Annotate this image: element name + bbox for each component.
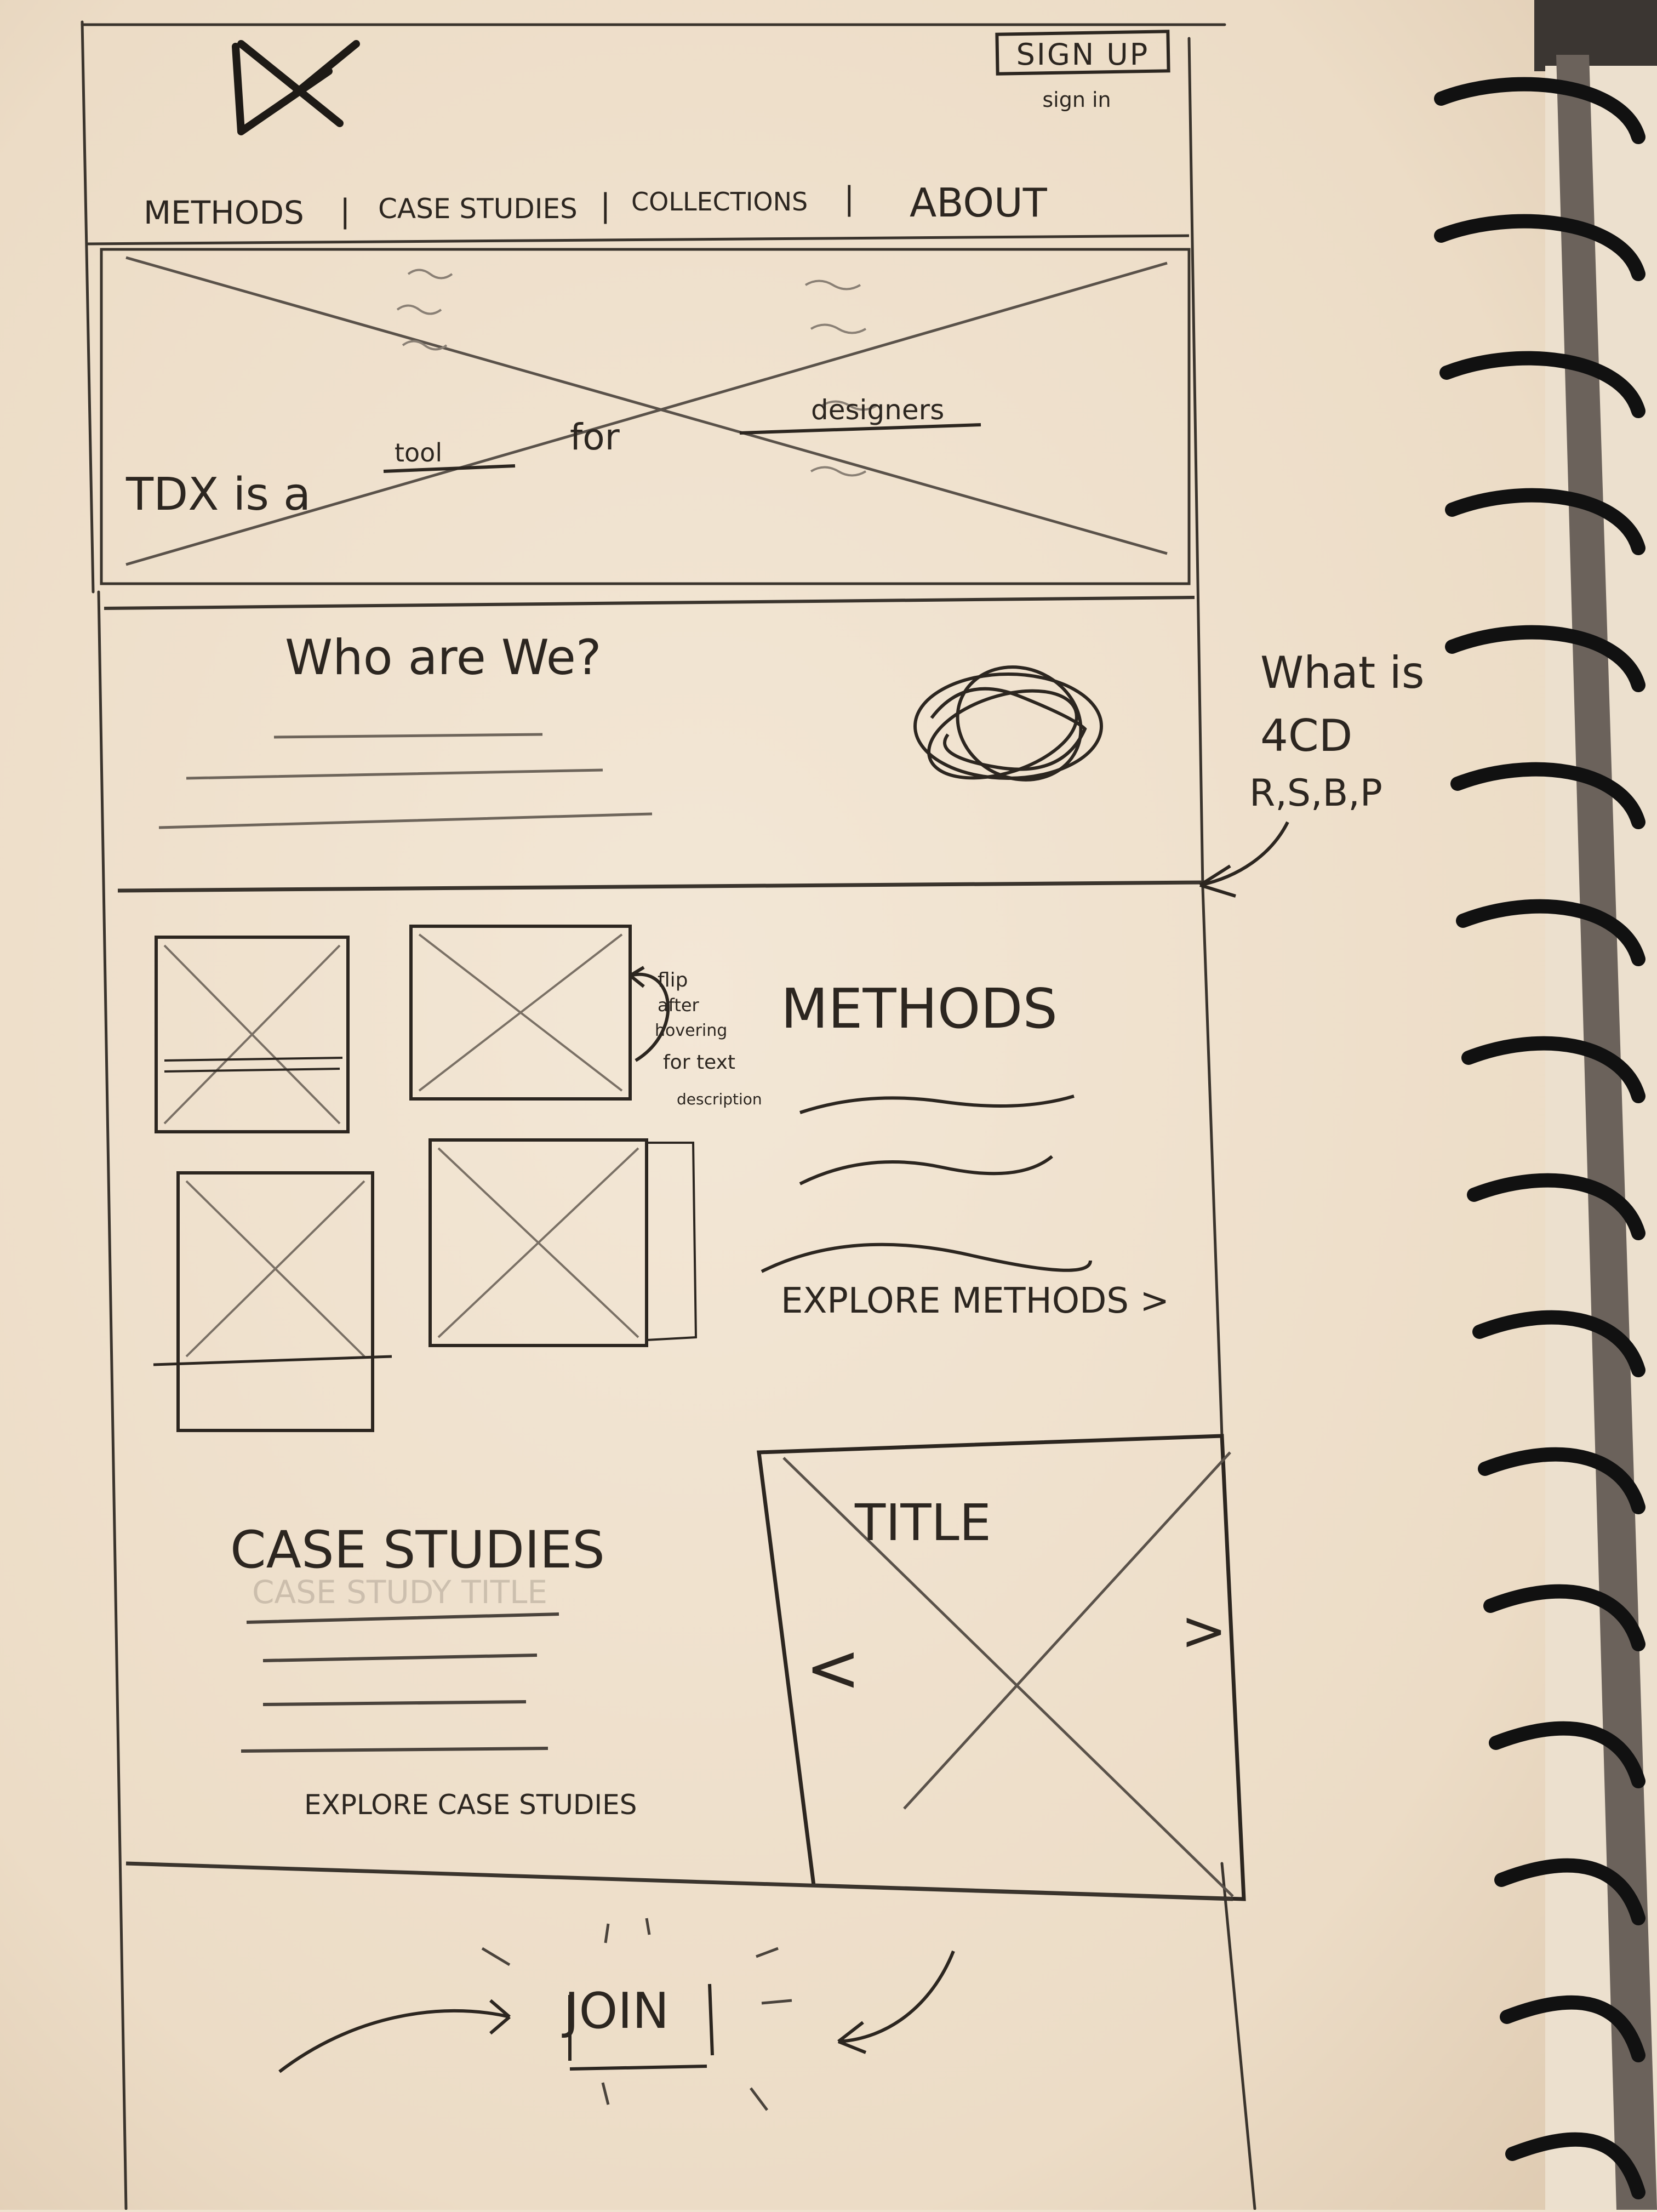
carousel-prev-button[interactable]: < [805, 1631, 861, 1707]
desk-corner [1534, 0, 1657, 71]
hero-tagline-prefix: TDX is a [125, 469, 311, 521]
explore-case-studies-link[interactable]: EXPLORE CASE STUDIES [304, 1789, 637, 1821]
carousel-title: TITLE [854, 1493, 991, 1552]
hero-tagline-blank1: tool [395, 438, 442, 468]
note-line-2: 4CD [1260, 710, 1352, 761]
signup-label: SIGN UP [1016, 37, 1150, 72]
nav-divider: | [844, 180, 855, 217]
explore-methods-link[interactable]: EXPLORE METHODS > [781, 1281, 1169, 1321]
nav-item-methods[interactable]: METHODS [144, 194, 304, 231]
nav-item-case-studies[interactable]: CASE STUDIES [378, 193, 578, 225]
methods-heading: METHODS [781, 977, 1058, 1041]
nav-item-about[interactable]: ABOUT [910, 180, 1048, 226]
hero-tagline-for: for [570, 416, 620, 458]
case-study-faint-subtitle: CASE STUDY TITLE [252, 1574, 547, 1611]
case-studies-heading: CASE STUDIES [230, 1520, 605, 1580]
nav-divider: | [340, 192, 351, 230]
join-button[interactable]: JOIN [562, 1982, 669, 2040]
nav-item-collections[interactable]: COLLECTIONS [631, 187, 808, 216]
card-note-line: after [658, 995, 700, 1016]
note-line-1: What is [1260, 647, 1425, 698]
hero-tagline-blank2: designers [811, 394, 944, 426]
note-line-3: R,S,B,P [1249, 772, 1382, 815]
signin-link[interactable]: sign in [1042, 88, 1111, 112]
card-note-line: flip [658, 969, 688, 991]
sketchbook-photo: SIGN UP sign in METHODS | CASE STUDIES |… [0, 0, 1657, 2210]
about-heading: Who are We? [285, 629, 602, 686]
wireframe-sketch: SIGN UP sign in METHODS | CASE STUDIES |… [0, 0, 1657, 2210]
card-note-line: for text [663, 1051, 735, 1074]
nav-divider: | [600, 187, 611, 224]
card-note-line: hovering [655, 1021, 727, 1040]
carousel-next-button[interactable]: > [1181, 1599, 1227, 1663]
card-note-line: description [677, 1090, 762, 1108]
